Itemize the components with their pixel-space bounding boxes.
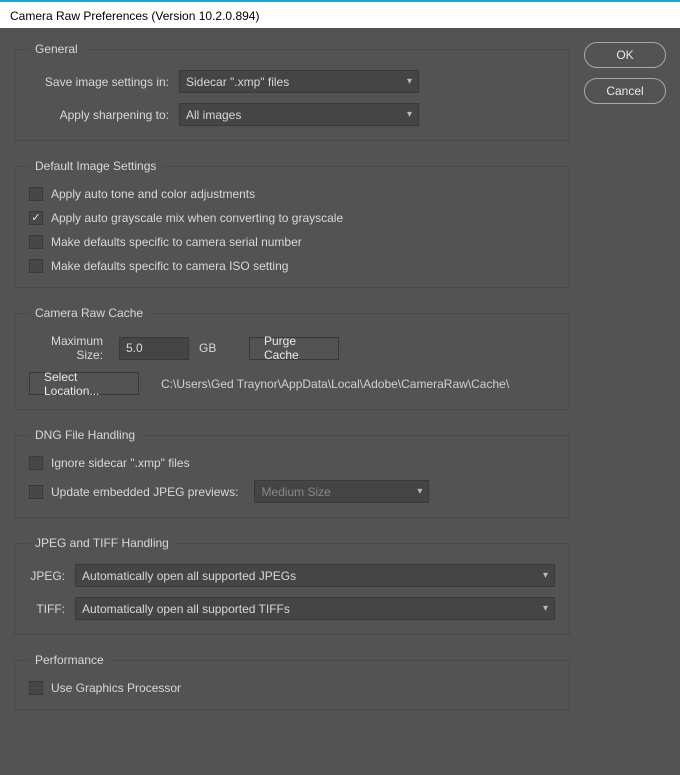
jpeg-label: JPEG:: [29, 569, 75, 583]
auto-tone-label: Apply auto tone and color adjustments: [51, 187, 255, 201]
ok-button[interactable]: OK: [584, 42, 666, 68]
cancel-button[interactable]: Cancel: [584, 78, 666, 104]
max-size-unit: GB: [199, 341, 229, 355]
serial-defaults-label: Make defaults specific to camera serial …: [51, 235, 302, 249]
gpu-checkbox[interactable]: [29, 681, 43, 695]
ignore-xmp-label: Ignore sidecar ".xmp" files: [51, 456, 190, 470]
chevron-down-icon: ▾: [407, 76, 412, 87]
jpeg-handling-value: Automatically open all supported JPEGs: [82, 569, 296, 583]
chevron-down-icon: ▾: [543, 603, 548, 614]
chevron-down-icon: ▾: [543, 570, 548, 581]
select-location-button[interactable]: Select Location...: [29, 372, 139, 395]
auto-grayscale-label: Apply auto grayscale mix when converting…: [51, 211, 343, 225]
group-jpeg-tiff: JPEG and TIFF Handling JPEG: Automatical…: [14, 536, 570, 635]
iso-defaults-checkbox[interactable]: [29, 259, 43, 273]
chevron-down-icon: ▾: [417, 486, 422, 497]
group-performance-legend: Performance: [29, 653, 110, 667]
save-settings-select[interactable]: Sidecar ".xmp" files ▾: [179, 70, 419, 93]
tiff-handling-select[interactable]: Automatically open all supported TIFFs ▾: [75, 597, 555, 620]
gpu-label: Use Graphics Processor: [51, 681, 181, 695]
serial-defaults-checkbox[interactable]: [29, 235, 43, 249]
sharpening-select[interactable]: All images ▾: [179, 103, 419, 126]
group-default-image-settings: Default Image Settings Apply auto tone a…: [14, 159, 570, 288]
group-dng-legend: DNG File Handling: [29, 428, 141, 442]
window-titlebar: Camera Raw Preferences (Version 10.2.0.8…: [0, 0, 680, 28]
update-jpeg-label: Update embedded JPEG previews:: [51, 485, 238, 499]
group-general-legend: General: [29, 42, 84, 56]
auto-tone-checkbox[interactable]: [29, 187, 43, 201]
jpeg-handling-select[interactable]: Automatically open all supported JPEGs ▾: [75, 564, 555, 587]
group-cache: Camera Raw Cache Maximum Size: 5.0 GB Pu…: [14, 306, 570, 410]
save-settings-label: Save image settings in:: [29, 75, 179, 89]
group-dng: DNG File Handling Ignore sidecar ".xmp" …: [14, 428, 570, 518]
group-general: General Save image settings in: Sidecar …: [14, 42, 570, 141]
jpeg-preview-size-value: Medium Size: [261, 485, 330, 499]
max-size-label: Maximum Size:: [29, 334, 109, 362]
group-jpeg-tiff-legend: JPEG and TIFF Handling: [29, 536, 175, 550]
sharpening-label: Apply sharpening to:: [29, 108, 179, 122]
purge-cache-button[interactable]: Purge Cache: [249, 337, 339, 360]
group-performance: Performance Use Graphics Processor: [14, 653, 570, 710]
cache-path: C:\Users\Ged Traynor\AppData\Local\Adobe…: [161, 377, 509, 391]
group-default-legend: Default Image Settings: [29, 159, 162, 173]
ignore-xmp-checkbox[interactable]: [29, 456, 43, 470]
save-settings-value: Sidecar ".xmp" files: [186, 75, 289, 89]
tiff-label: TIFF:: [29, 602, 75, 616]
chevron-down-icon: ▾: [407, 109, 412, 120]
auto-grayscale-checkbox[interactable]: [29, 211, 43, 225]
group-cache-legend: Camera Raw Cache: [29, 306, 149, 320]
update-jpeg-checkbox[interactable]: [29, 485, 43, 499]
iso-defaults-label: Make defaults specific to camera ISO set…: [51, 259, 288, 273]
max-size-input[interactable]: 5.0: [119, 337, 189, 360]
sharpening-value: All images: [186, 108, 241, 122]
tiff-handling-value: Automatically open all supported TIFFs: [82, 602, 290, 616]
jpeg-preview-size-select[interactable]: Medium Size ▾: [254, 480, 429, 503]
